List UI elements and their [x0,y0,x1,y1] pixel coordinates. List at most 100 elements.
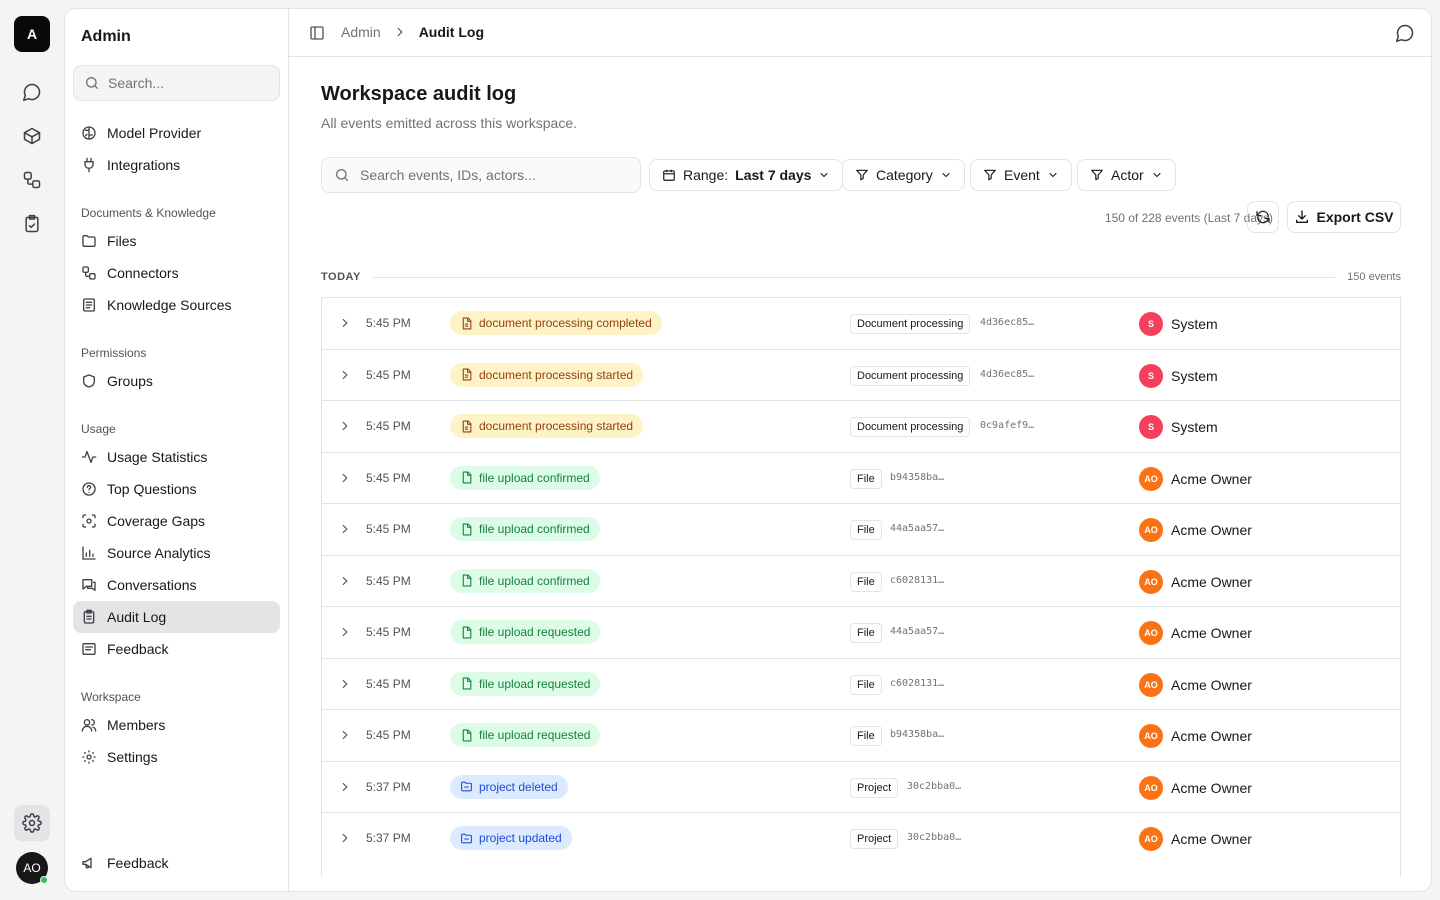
chat-bubble-icon[interactable] [1395,23,1415,43]
sidebar-item-label: Feedback [107,855,169,871]
event-type-label: file upload confirmed [479,522,590,536]
resource-type-tag: Document processing [850,314,971,334]
sidebar-group-documents: Documents & Knowledge [81,206,216,220]
book-icon [81,297,97,313]
breadcrumb: Admin Audit Log [341,24,484,40]
table-row[interactable]: 5:37 PM project deleted Project 30c2bba0… AO… [322,760,1400,813]
expand-chevron-icon[interactable] [338,625,352,639]
sidebar-group-permissions: Permissions [81,346,147,360]
resource-id[interactable]: 4d36ec85… [980,369,1034,380]
table-row[interactable]: 5:45 PM document processing started Docume… [322,348,1400,401]
sidebar-item-usage-statistics[interactable]: Usage Statistics [73,441,280,473]
expand-chevron-icon[interactable] [338,419,352,433]
sidebar-item-feedback[interactable]: Feedback [73,633,280,665]
event-badge: project deleted [450,774,568,799]
actor-avatar: S [1139,312,1163,336]
sidebar-item-knowledge-sources[interactable]: Knowledge Sources [73,289,280,321]
sidebar-item-groups[interactable]: Groups [73,365,280,397]
resource-id[interactable]: 30c2bba0… [907,781,961,792]
sidebar-item-source-analytics[interactable]: Source Analytics [73,537,280,569]
sidebar-item-label: Groups [107,373,153,389]
expand-chevron-icon[interactable] [338,780,352,794]
event-badge: document processing started [450,414,644,438]
event-type-label: document processing started [479,367,634,382]
resource-type-tag: File [850,674,882,695]
sidebar-item-members[interactable]: Members [73,709,280,741]
expand-chevron-icon[interactable] [338,522,352,536]
topbar: Admin Audit Log [289,9,1431,57]
workflow-icon[interactable] [14,162,50,198]
box-icon[interactable] [14,118,50,154]
sidebar-item-integrations[interactable]: Integrations [73,149,280,181]
category-filter-button[interactable]: Category [842,159,965,191]
table-row[interactable]: 5:45 PM file upload requested File c6028131… [322,657,1400,710]
sidebar-item-files[interactable]: Files [73,225,280,257]
expand-chevron-icon[interactable] [338,677,352,691]
expand-chevron-icon[interactable] [338,728,352,742]
table-row[interactable]: 5:45 PM file upload confirmed File b94358ba… [322,451,1400,504]
chat-icon[interactable] [14,74,50,110]
expand-chevron-icon[interactable] [338,471,352,485]
table-row[interactable]: 5:45 PM file upload confirmed File 44a5aa57… [322,503,1400,555]
chevron-down-icon [818,169,830,181]
audit-log-content: Workspace audit log All events emitted a… [289,57,1431,891]
resource-id[interactable]: 0c9afef9… [980,420,1034,431]
sidebar-item-audit-log[interactable]: Audit Log [73,601,280,633]
resource-id[interactable]: 44a5aa57… [890,626,944,637]
range-label: Range: [683,167,729,183]
expand-chevron-icon[interactable] [338,316,352,330]
actor-filter-button[interactable]: Actor [1077,159,1176,191]
resource-type-tag: File [850,571,882,592]
resource-type-tag: File [850,623,882,643]
event-time: 5:45 PM [366,728,411,742]
sidebar-item-conversations[interactable]: Conversations [73,569,280,601]
user-avatar[interactable]: AO [16,852,48,884]
resource-id[interactable]: 44a5aa57… [890,523,944,534]
sidebar-item-label: Members [107,717,166,733]
events-search-input[interactable]: Search events, IDs, actors... [321,157,641,193]
resource-id[interactable]: 30c2bba0… [907,832,961,843]
table-row[interactable]: 5:45 PM file upload requested File b94358ba… [322,709,1400,761]
resource-id[interactable]: c6028131… [890,575,944,586]
actor-avatar: AO [1139,518,1163,542]
resource-id[interactable]: b94358ba… [890,729,944,740]
breadcrumb-admin[interactable]: Admin [341,24,381,40]
actor-name: Acme Owner [1171,573,1252,590]
resource-type-tag: Project [850,777,899,798]
chevron-down-icon [1047,169,1059,181]
sidebar-item-model-provider[interactable]: Model Provider [73,117,280,149]
range-filter-button[interactable]: Range: Last 7 days [649,159,844,191]
refresh-button[interactable] [1247,201,1279,233]
expand-chevron-icon[interactable] [338,368,352,382]
actor-name: System [1171,419,1218,435]
table-row[interactable]: 5:45 PM file upload confirmed File c6028131… [322,554,1400,607]
event-time: 5:45 PM [366,522,411,536]
sidebar-footer-feedback[interactable]: Feedback [73,847,280,879]
sidebar-item-settings[interactable]: Settings [73,741,280,773]
resource-id[interactable]: 4d36ec85… [980,317,1034,328]
export-csv-button[interactable]: Export CSV [1287,201,1401,233]
table-row[interactable]: 5:37 PM project updated Project 30c2bba0… AO… [322,812,1400,864]
clipboard-check-icon[interactable] [14,206,50,242]
actor-name: Acme Owner [1171,470,1252,487]
event-type-label: file upload confirmed [479,573,590,588]
sidebar-item-connectors[interactable]: Connectors [73,257,280,289]
workspace-logo[interactable]: A [14,16,50,52]
settings-gear-icon[interactable] [14,805,50,841]
sidebar-item-top-questions[interactable]: Top Questions [73,473,280,505]
document-icon [460,368,473,381]
calendar-icon [662,168,676,182]
table-row[interactable]: 5:45 PM document processing started Docume… [322,400,1400,452]
resource-type-tag: Project [850,829,899,849]
event-filter-button[interactable]: Event [970,159,1072,191]
sidebar-search-input[interactable]: Search... [73,65,280,101]
sidebar-item-coverage-gaps[interactable]: Coverage Gaps [73,505,280,537]
expand-chevron-icon[interactable] [338,574,352,588]
expand-chevron-icon[interactable] [338,831,352,845]
sidebar-toggle-icon[interactable] [309,25,325,41]
table-row[interactable]: 5:45 PM file upload requested File 44a5aa57… [322,606,1400,658]
sidebar-item-label: Coverage Gaps [107,513,206,529]
table-row[interactable]: 5:45 PM document processing completed Docu… [322,297,1400,349]
resource-id[interactable]: c6028131… [890,678,944,689]
resource-id[interactable]: b94358ba… [890,472,944,483]
